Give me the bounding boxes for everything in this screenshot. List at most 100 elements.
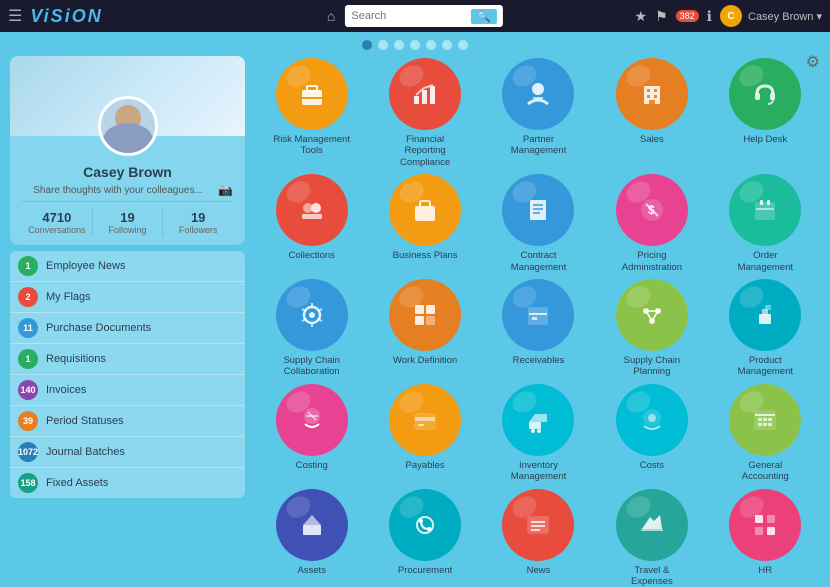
app-label-pricing: PricingAdministration — [622, 250, 682, 273]
nav-item-requisitions[interactable]: 1 Requisitions — [10, 344, 245, 375]
app-logo: ViSiON — [30, 6, 102, 27]
app-icon-work[interactable]: Work Definition — [370, 279, 479, 378]
app-icon-costs[interactable]: Costs — [597, 384, 706, 483]
app-icon-product[interactable]: ProductManagement — [711, 279, 820, 378]
app-label-headset: Help Desk — [743, 134, 787, 145]
app-label-scplanning: Supply ChainPlanning — [624, 355, 681, 378]
search-bar: 🔍 — [345, 5, 503, 27]
notification-badge[interactable]: 382 — [676, 10, 699, 22]
app-label-contract: ContractManagement — [511, 250, 566, 273]
app-icon-accounting[interactable]: General Accounting — [711, 384, 820, 483]
app-icon-collections[interactable]: Collections — [257, 174, 366, 273]
nav-item-period-statuses[interactable]: 39 Period Statuses — [10, 406, 245, 437]
flag-icon[interactable]: ⚑ — [655, 8, 668, 25]
icon-circle-assets — [276, 489, 348, 561]
icon-circle-travel — [616, 489, 688, 561]
app-icon-inventory[interactable]: InventoryManagement — [484, 384, 593, 483]
nav-item-label: Requisitions — [46, 353, 237, 365]
home-icon[interactable]: ⌂ — [327, 8, 335, 24]
app-icon-hr[interactable]: HR — [711, 489, 820, 587]
icon-circle-collections — [276, 174, 348, 246]
app-label-assets: Assets — [297, 565, 326, 576]
app-label-briefcase: Risk ManagementTools — [273, 134, 350, 157]
nav-item-label: Journal Batches — [46, 446, 237, 458]
app-icon-travel[interactable]: Travel &Expenses — [597, 489, 706, 587]
hamburger-icon[interactable]: ☰ — [8, 6, 22, 26]
app-icon-chart[interactable]: Financial ReportingCompliance — [370, 58, 479, 168]
dot-6[interactable] — [442, 40, 452, 50]
app-label-news: News — [527, 565, 551, 576]
icon-circle-scplanning — [616, 279, 688, 351]
username-label[interactable]: Casey Brown ▾ — [748, 10, 822, 23]
app-icon-headset[interactable]: Help Desk — [711, 58, 820, 168]
stat-followers-label: Followers — [165, 225, 231, 235]
app-icon-costing[interactable]: Costing — [257, 384, 366, 483]
app-icon-briefcase2[interactable]: Business Plans — [370, 174, 479, 273]
app-icon-supply[interactable]: Supply ChainCollaboration — [257, 279, 366, 378]
app-label-briefcase2: Business Plans — [393, 250, 458, 261]
nav-item-purchase-documents[interactable]: 11 Purchase Documents — [10, 313, 245, 344]
nav-item-invoices[interactable]: 140 Invoices — [10, 375, 245, 406]
app-icon-contract[interactable]: ContractManagement — [484, 174, 593, 273]
nav-list: 1 Employee News 2 My Flags 11 Purchase D… — [10, 251, 245, 498]
nav-item-label: Fixed Assets — [46, 477, 237, 489]
dot-3[interactable] — [394, 40, 404, 50]
nav-badge-circle: 1 — [18, 256, 38, 276]
dot-1[interactable] — [362, 40, 372, 50]
nav-icons: ★ ⚑ 382 ℹ — [635, 8, 712, 25]
top-nav: ☰ ViSiON ⌂ 🔍 ★ ⚑ 382 ℹ C Casey Brown ▾ — [0, 0, 830, 32]
nav-badge-circle: 1 — [18, 349, 38, 369]
profile-status-row: Share thoughts with your colleagues... 📷 — [22, 183, 233, 197]
settings-gear-icon[interactable]: ⚙ — [806, 52, 820, 72]
dot-4[interactable] — [410, 40, 420, 50]
nav-item-journal-batches[interactable]: 1072 Journal Batches — [10, 437, 245, 468]
icon-circle-supply — [276, 279, 348, 351]
icon-circle-headset — [729, 58, 801, 130]
app-icon-briefcase[interactable]: Risk ManagementTools — [257, 58, 366, 168]
search-input[interactable] — [351, 10, 471, 22]
star-icon[interactable]: ★ — [635, 8, 648, 25]
icon-circle-procurement — [389, 489, 461, 561]
app-label-order: Order Management — [725, 250, 805, 273]
left-panel: Casey Brown Share thoughts with your col… — [10, 56, 245, 587]
nav-badge-circle: 11 — [18, 318, 38, 338]
dot-5[interactable] — [426, 40, 436, 50]
dot-7[interactable] — [458, 40, 468, 50]
nav-item-label: Invoices — [46, 384, 237, 396]
app-label-payables: Payables — [406, 460, 445, 471]
nav-item-fixed-assets[interactable]: 158 Fixed Assets — [10, 468, 245, 498]
app-icon-procurement[interactable]: Procurement — [370, 489, 479, 587]
icon-circle-order — [729, 174, 801, 246]
nav-badge-circle: 2 — [18, 287, 38, 307]
app-icon-pricing[interactable]: $ PricingAdministration — [597, 174, 706, 273]
app-icon-assets[interactable]: Assets — [257, 489, 366, 587]
info-icon[interactable]: ℹ — [707, 8, 712, 25]
main-content: Casey Brown Share thoughts with your col… — [0, 56, 830, 587]
app-icon-news[interactable]: News — [484, 489, 593, 587]
stat-conversations-num: 4710 — [24, 210, 90, 225]
dot-2[interactable] — [378, 40, 388, 50]
app-icon-scplanning[interactable]: Supply ChainPlanning — [597, 279, 706, 378]
profile-card: Casey Brown Share thoughts with your col… — [10, 56, 245, 245]
icon-circle-costs — [616, 384, 688, 456]
app-icon-order[interactable]: Order Management — [711, 174, 820, 273]
icon-circle-pricing: $ — [616, 174, 688, 246]
app-icon-receivables[interactable]: Receivables — [484, 279, 593, 378]
app-label-hr: HR — [758, 565, 772, 576]
search-button[interactable]: 🔍 — [471, 9, 497, 24]
app-icon-payables[interactable]: Payables — [370, 384, 479, 483]
camera-icon[interactable]: 📷 — [218, 183, 233, 197]
app-icon-handshake[interactable]: PartnerManagement — [484, 58, 593, 168]
icon-circle-briefcase2 — [389, 174, 461, 246]
stat-following-label: Following — [95, 225, 161, 235]
profile-status-text[interactable]: Share thoughts with your colleagues... — [22, 185, 214, 196]
app-label-product: ProductManagement — [738, 355, 793, 378]
nav-center: ⌂ 🔍 — [327, 5, 503, 27]
user-avatar: C — [720, 5, 742, 27]
app-icon-building[interactable]: Sales — [597, 58, 706, 168]
icon-circle-building — [616, 58, 688, 130]
nav-item-employee-news[interactable]: 1 Employee News — [10, 251, 245, 282]
icon-circle-work — [389, 279, 461, 351]
icon-circle-inventory — [502, 384, 574, 456]
nav-item-my-flags[interactable]: 2 My Flags — [10, 282, 245, 313]
